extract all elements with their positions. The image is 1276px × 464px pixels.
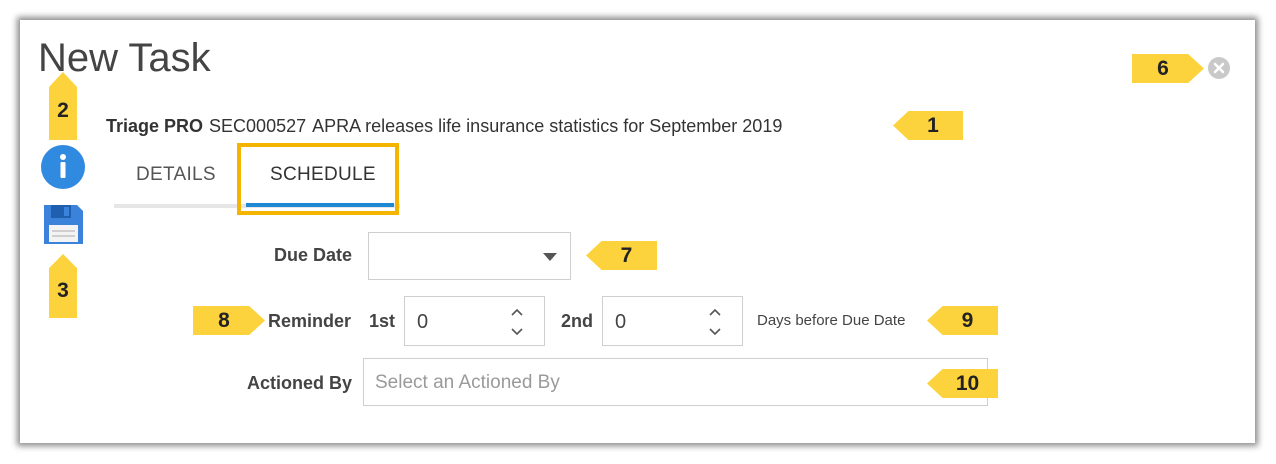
save-icon[interactable] <box>42 203 85 251</box>
actioned-by-select[interactable]: Select an Actioned By <box>363 358 988 406</box>
chevron-down-icon <box>543 253 557 261</box>
record-code: SEC000527 <box>209 116 307 136</box>
actioned-by-placeholder: Select an Actioned By <box>375 372 560 393</box>
actioned-by-label: Actioned By <box>247 373 353 393</box>
record-type: Triage PRO <box>106 116 204 136</box>
tab-details[interactable]: DETAILS <box>136 164 216 186</box>
close-icon[interactable] <box>1208 57 1230 79</box>
record-title: APRA releases life insurance statistics … <box>312 116 783 136</box>
second-reminder-value: 0 <box>615 311 627 333</box>
info-icon[interactable] <box>40 144 86 195</box>
due-date-label: Due Date <box>274 245 353 265</box>
reminder-label: Reminder <box>268 311 352 331</box>
first-reminder-stepper[interactable]: 0 <box>404 296 545 346</box>
days-before-note: Days before Due Date <box>757 312 906 329</box>
second-reminder-label: 2nd <box>561 311 594 331</box>
first-reminder-label: 1st <box>369 311 396 331</box>
record-subtitle: Triage PRO SEC000527 APRA releases life in… <box>106 116 782 137</box>
first-reminder-value: 0 <box>417 311 429 333</box>
second-reminder-stepper[interactable]: 0 <box>602 296 743 346</box>
tab-highlight-box <box>237 143 399 215</box>
stepper-icon[interactable] <box>510 307 524 337</box>
due-date-select[interactable] <box>368 232 571 280</box>
stepper-icon[interactable] <box>708 307 722 337</box>
